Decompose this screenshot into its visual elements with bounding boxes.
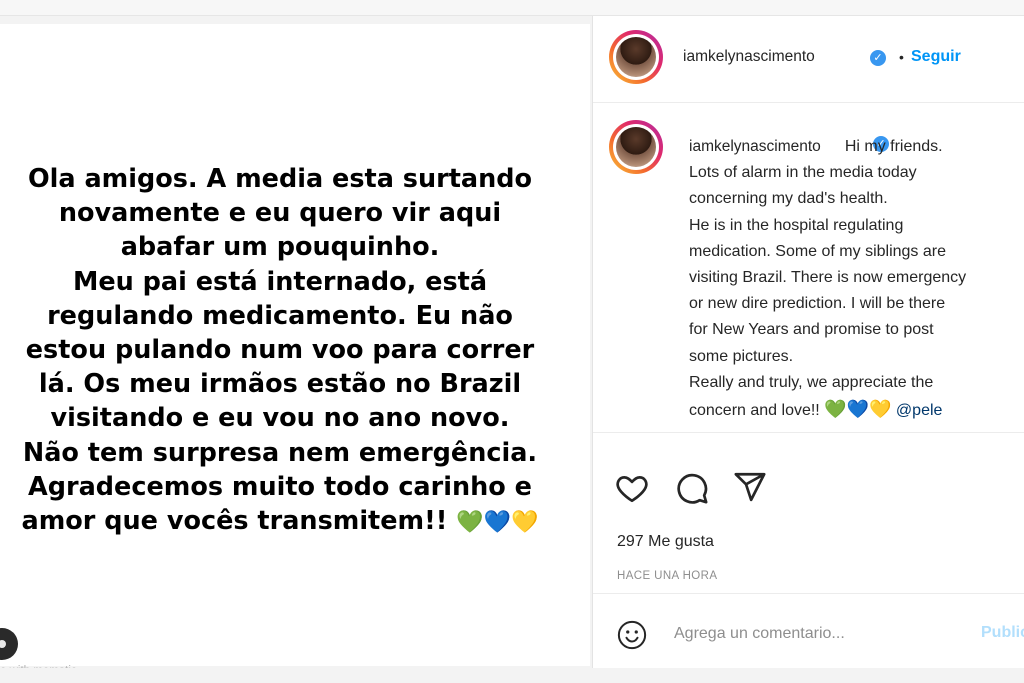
comment-icon[interactable] — [675, 471, 709, 505]
comment-form: Publicar — [593, 596, 1024, 668]
verified-badge-icon: ✓ — [870, 50, 886, 66]
share-icon[interactable] — [733, 470, 767, 504]
likes-count[interactable]: 297 Me gusta — [617, 533, 714, 551]
follow-button[interactable]: Seguir — [911, 48, 961, 66]
bottom-strip — [0, 668, 1024, 683]
post-image: Ola amigos. A media esta surtando novame… — [0, 24, 590, 677]
caption-green-heart-icon: 💚 — [824, 399, 847, 420]
blue-heart-icon: 💙 — [483, 510, 512, 536]
mematic-logo-icon — [0, 628, 18, 660]
caption-avatar[interactable] — [609, 120, 663, 174]
green-heart-icon: 💚 — [456, 510, 484, 536]
header-avatar[interactable] — [609, 30, 663, 84]
caption-blue-heart-icon: 💙 — [846, 399, 870, 420]
top-browser-strip — [0, 0, 1024, 16]
post-image-text: Ola amigos. A media esta surtando novame… — [0, 162, 560, 540]
emoji-icon[interactable] — [617, 620, 647, 650]
post-actions: 297 Me gusta HACE UNA HORA — [593, 434, 1024, 594]
publish-button[interactable]: Publicar — [981, 624, 1024, 642]
caption-text: iamkelynascimento Hi my friends. Lots of … — [689, 134, 1024, 424]
screenshot-frame: Ola amigos. A media esta surtando novame… — [0, 0, 1024, 683]
header-separator: • — [899, 49, 904, 65]
caption-area: ✓ iamkelynascimento Hi my friends. Lots o… — [593, 104, 1024, 433]
post-side-panel: iamkelynascimento ✓ • Seguir ✓ iamkelyna… — [592, 16, 1024, 668]
caption-yellow-heart-icon: 💛 — [869, 399, 892, 420]
caption-username[interactable]: iamkelynascimento — [689, 138, 821, 155]
post-header: iamkelynascimento ✓ • Seguir — [593, 16, 1024, 103]
post-timestamp[interactable]: HACE UNA HORA — [617, 570, 717, 582]
comment-input[interactable] — [674, 622, 974, 646]
mention-link[interactable]: @pele — [896, 402, 943, 419]
header-username[interactable]: iamkelynascimento — [683, 48, 815, 66]
post-image-message: Ola amigos. A media esta surtando novame… — [21, 164, 538, 537]
yellow-heart-icon: 💛 — [511, 510, 539, 536]
caption-body: Hi my friends. Lots of alarm in the medi… — [689, 138, 967, 420]
heart-icon[interactable] — [615, 471, 649, 505]
post-image-hearts: 💚💙💛 — [456, 506, 538, 540]
